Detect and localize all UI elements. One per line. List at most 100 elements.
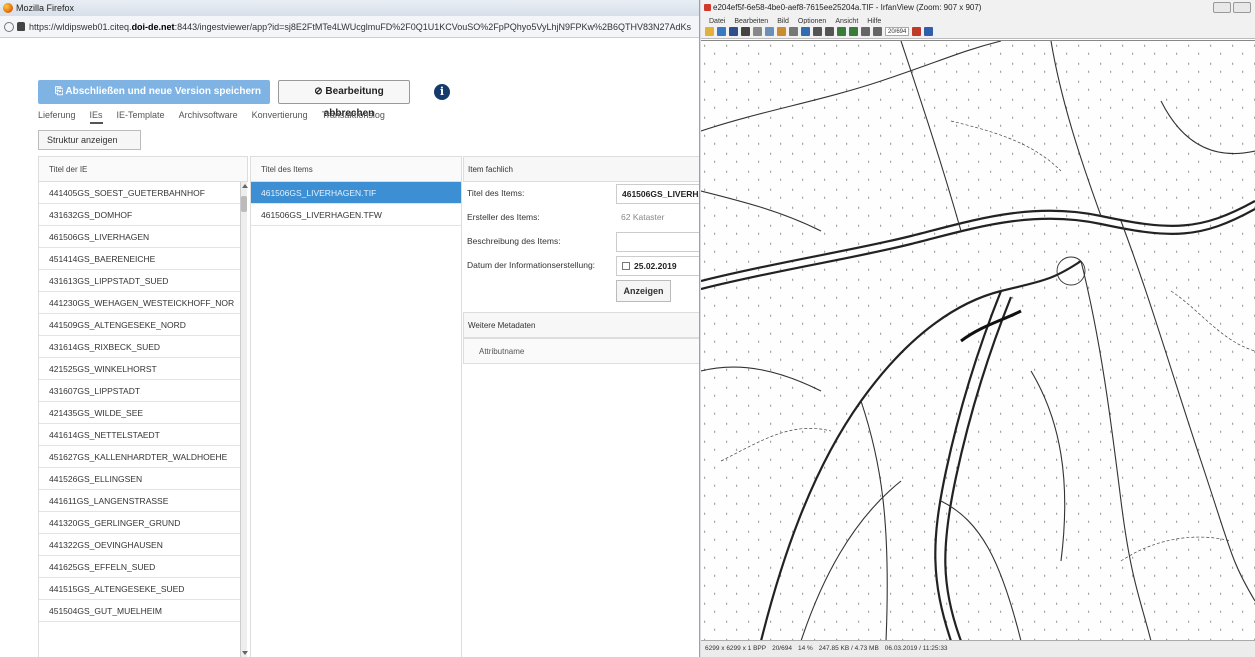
save-new-version-button[interactable]: ⎘ Abschließen und neue Version speichern xyxy=(38,80,270,104)
creator-field-row: Ersteller des Items: 62 Kataster xyxy=(463,206,699,230)
creator-value: 62 Kataster xyxy=(616,208,699,228)
item-details-header: Item fachlich xyxy=(463,156,699,182)
scroll-up-icon[interactable] xyxy=(242,184,248,188)
viewer-title: e204ef5f-6e58-4be0-aef8-7615ee25204a.TIF… xyxy=(713,3,982,12)
ie-list-scrollbar[interactable] xyxy=(240,182,248,657)
items-list: 461506GS_LIVERHAGEN.TIF 461506GS_LIVERHA… xyxy=(250,182,462,657)
menu-hilfe[interactable]: Hilfe xyxy=(867,14,881,24)
page-number-field[interactable]: 20/694 xyxy=(885,26,910,36)
maximize-button[interactable] xyxy=(1233,2,1251,13)
list-item[interactable]: 441614GS_NETTELSTAEDT xyxy=(39,424,240,446)
status-filesize: 247.85 KB / 4.73 MB xyxy=(818,645,879,652)
list-item[interactable]: 441526GS_ELLINGSEN xyxy=(39,468,240,490)
list-item[interactable]: 461506GS_LIVERHAGEN.TFW xyxy=(251,204,461,226)
delete-icon[interactable] xyxy=(741,26,750,36)
url-text[interactable]: https://wldipsweb01.citeq.doi-de.net:844… xyxy=(29,22,691,32)
list-item[interactable]: 441405GS_SOEST_GUETERBAHNHOF xyxy=(39,182,240,204)
list-item[interactable]: 441611GS_LANGENSTRASSE xyxy=(39,490,240,512)
menu-ansicht[interactable]: Ansicht xyxy=(835,14,858,24)
description-input[interactable] xyxy=(616,232,699,252)
tab-konvertierung[interactable]: Konvertierung xyxy=(252,110,308,124)
list-item[interactable]: 451504GS_GUT_MUELHEIM xyxy=(39,600,240,622)
thumbnails-icon[interactable] xyxy=(717,26,726,36)
cut-icon[interactable] xyxy=(753,26,762,36)
scroll-thumb[interactable] xyxy=(241,196,247,212)
info-icon[interactable]: i xyxy=(434,84,450,100)
list-item[interactable]: 431614GS_RIXBECK_SUED xyxy=(39,336,240,358)
tab-transaktionslog[interactable]: Transaktionslog xyxy=(322,110,385,124)
scroll-down-icon[interactable] xyxy=(242,651,248,655)
list-item[interactable]: 421525GS_WINKELHORST xyxy=(39,358,240,380)
viewer-menu: Datei Bearbeiten Bild Optionen Ansicht H… xyxy=(709,14,881,24)
window-buttons xyxy=(1213,2,1251,13)
menu-bearbeiten[interactable]: Bearbeiten xyxy=(734,14,768,24)
list-item[interactable]: 451414GS_BAERENEICHE xyxy=(39,248,240,270)
undo-icon[interactable] xyxy=(789,26,798,36)
attribute-name-header[interactable]: Attributname xyxy=(463,338,699,364)
topographic-map-image: ᵗ ᵗ xyxy=(701,40,1255,642)
list-item[interactable]: 441322GS_OEVINGHAUSEN xyxy=(39,534,240,556)
status-zoom: 14 % xyxy=(797,645,813,652)
date-input[interactable]: 25.02.2019 xyxy=(616,256,699,276)
help-icon[interactable] xyxy=(924,26,934,36)
show-row: Anzeigen xyxy=(463,278,699,308)
site-info-icon[interactable] xyxy=(4,21,14,32)
list-item[interactable]: 441515GS_ALTENGESEKE_SUED xyxy=(39,578,240,600)
lock-icon xyxy=(17,22,25,31)
list-item[interactable]: 441320GS_GERLINGER_GRUND xyxy=(39,512,240,534)
description-label: Beschreibung des Items: xyxy=(467,236,561,246)
save-icon[interactable] xyxy=(729,26,738,36)
rotate-right-icon[interactable] xyxy=(873,26,882,36)
list-item[interactable]: 441625GS_EFFELN_SUED xyxy=(39,556,240,578)
address-bar[interactable]: https://wldipsweb01.citeq.doi-de.net:844… xyxy=(0,16,699,38)
settings-icon[interactable] xyxy=(912,26,922,36)
next-icon[interactable] xyxy=(849,26,858,36)
tab-ie-template[interactable]: IE-Template xyxy=(117,110,165,124)
list-item[interactable]: 451627GS_KALLENHARDTER_WALDHOEHE xyxy=(39,446,240,468)
zoom-out-icon[interactable] xyxy=(825,26,834,36)
map-image-canvas[interactable]: ᵗ ᵗ xyxy=(701,40,1255,642)
viewer-statusbar: 6299 x 6299 x 1 BPP 20/694 14 % 247.85 K… xyxy=(701,640,1255,657)
show-structure-button[interactable]: Struktur anzeigen xyxy=(38,130,141,150)
list-item[interactable]: 431607GS_LIPPSTADT xyxy=(39,380,240,402)
viewer-titlebar: e204ef5f-6e58-4be0-aef8-7615ee25204a.TIF… xyxy=(701,0,1255,24)
status-timestamp: 06.03.2019 / 11:25:33 xyxy=(884,645,948,652)
menu-optionen[interactable]: Optionen xyxy=(798,14,826,24)
list-item-selected[interactable]: 461506GS_LIVERHAGEN.TIF xyxy=(251,182,461,204)
tab-archivsoftware[interactable]: Archivsoftware xyxy=(179,110,238,124)
open-icon[interactable] xyxy=(705,26,714,36)
description-field-row: Beschreibung des Items: xyxy=(463,230,699,254)
rotate-left-icon[interactable] xyxy=(861,26,870,36)
items-column-header[interactable]: Titel des Items xyxy=(250,156,462,182)
cancel-icon: ⊘ xyxy=(314,86,326,97)
previous-icon[interactable] xyxy=(837,26,846,36)
show-button[interactable]: Anzeigen xyxy=(616,280,671,302)
ie-list: 441405GS_SOEST_GUETERBAHNHOF 431632GS_DO… xyxy=(38,182,240,657)
item-details-panel: Item fachlich Titel des Items: 461506GS_… xyxy=(463,156,699,364)
title-input[interactable]: 461506GS_LIVERHAGEN.TIF xyxy=(616,184,699,204)
list-item[interactable]: 441509GS_ALTENGESEKE_NORD xyxy=(39,314,240,336)
list-item[interactable]: 431613GS_LIPPSTADT_SUED xyxy=(39,270,240,292)
cancel-edit-button[interactable]: ⊘ Bearbeitung abbrechen xyxy=(278,80,410,119)
paste-icon[interactable] xyxy=(777,26,786,36)
minimize-button[interactable] xyxy=(1213,2,1231,13)
creator-label: Ersteller des Items: xyxy=(467,212,540,222)
ie-column-header[interactable]: Titel der IE xyxy=(38,156,248,182)
date-label: Datum der Informationserstellung: xyxy=(467,260,596,270)
copy-icon[interactable] xyxy=(765,26,774,36)
menu-datei[interactable]: Datei xyxy=(709,14,725,24)
list-item[interactable]: 421435GS_WILDE_SEE xyxy=(39,402,240,424)
tab-lieferung[interactable]: Lieferung xyxy=(38,110,76,124)
browser-titlebar: Mozilla Firefox xyxy=(0,0,699,16)
firefox-window: Mozilla Firefox https://wldipsweb01.cite… xyxy=(0,0,700,657)
list-item[interactable]: 441230GS_WEHAGEN_WESTEICKHOFF_NOR xyxy=(39,292,240,314)
list-item[interactable]: 431632GS_DOMHOF xyxy=(39,204,240,226)
menu-bild[interactable]: Bild xyxy=(777,14,789,24)
info-icon[interactable] xyxy=(801,26,810,36)
calendar-icon[interactable] xyxy=(622,262,630,270)
zoom-in-icon[interactable] xyxy=(813,26,822,36)
irfanview-logo-icon xyxy=(704,4,711,11)
tab-ies[interactable]: IEs xyxy=(89,110,103,124)
browser-title: Mozilla Firefox xyxy=(16,3,75,13)
list-item[interactable]: 461506GS_LIVERHAGEN xyxy=(39,226,240,248)
